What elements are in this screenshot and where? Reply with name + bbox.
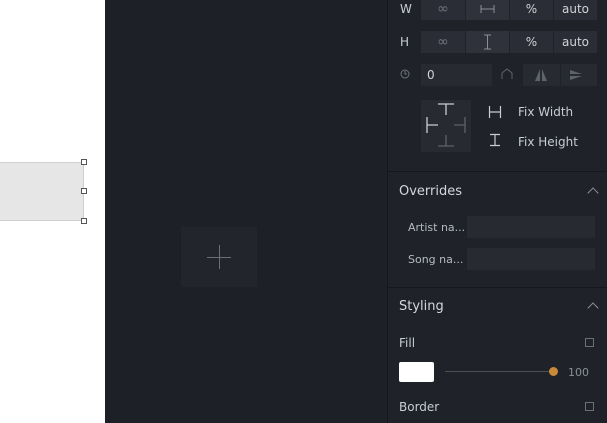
flip-horizontal-icon[interactable] — [533, 67, 549, 83]
resize-handle-top-right[interactable] — [81, 159, 87, 165]
rotation-input[interactable]: 0 — [421, 64, 492, 86]
opacity-value: 100 — [568, 366, 589, 379]
resize-handle-right[interactable] — [81, 188, 87, 194]
divider — [388, 287, 607, 288]
height-label: H — [400, 35, 410, 49]
flip-vertical-icon[interactable] — [568, 67, 584, 83]
height-percent-option[interactable]: % — [510, 31, 553, 53]
flip-controls — [523, 64, 597, 86]
fill-checkbox[interactable] — [585, 338, 594, 347]
override-label-artist: Artist na... — [408, 221, 466, 234]
radius-icon[interactable] — [500, 67, 514, 81]
fixed-width-icon — [480, 5, 495, 13]
resize-handle-bottom-right[interactable] — [81, 218, 87, 224]
border-checkbox[interactable] — [585, 402, 594, 411]
overrides-title[interactable]: Overrides — [399, 184, 462, 199]
fix-height-label[interactable]: Fix Height — [518, 135, 578, 149]
width-segmented-control: ∞ % auto — [421, 0, 597, 20]
fix-height-icon[interactable] — [488, 133, 502, 147]
fix-width-icon[interactable] — [488, 105, 502, 119]
fixed-height-icon — [484, 34, 491, 50]
width-label: W — [400, 2, 412, 16]
collapse-overrides-icon[interactable] — [587, 187, 599, 199]
constraints-icon — [426, 103, 466, 147]
fix-width-label[interactable]: Fix Width — [518, 105, 573, 119]
artist-name-input[interactable] — [467, 216, 595, 238]
properties-panel: W ∞ % auto H ∞ % auto 0 Fix Width Fix He… — [387, 0, 607, 423]
song-name-input[interactable] — [467, 248, 595, 270]
add-frame-button[interactable] — [181, 227, 257, 287]
opacity-slider-knob[interactable] — [548, 367, 558, 376]
width-fill-option[interactable]: ∞ — [421, 0, 465, 20]
override-label-song: Song na... — [408, 253, 464, 266]
height-fill-option[interactable]: ∞ — [421, 31, 465, 53]
styling-title[interactable]: Styling — [399, 299, 444, 314]
divider — [388, 171, 607, 172]
height-segmented-control: ∞ % auto — [421, 31, 597, 53]
collapse-styling-icon[interactable] — [587, 302, 599, 314]
selected-rectangle[interactable] — [0, 162, 84, 221]
width-percent-option[interactable]: % — [510, 0, 553, 20]
canvas-background[interactable] — [105, 0, 387, 423]
rotation-icon — [400, 69, 410, 79]
width-auto-option[interactable]: auto — [554, 0, 597, 20]
height-auto-option[interactable]: auto — [554, 31, 597, 53]
width-fixed-option[interactable] — [466, 0, 509, 20]
opacity-slider-track[interactable] — [445, 371, 553, 372]
border-label: Border — [399, 400, 440, 414]
fill-label: Fill — [399, 336, 416, 350]
constraints-box[interactable] — [421, 100, 471, 152]
height-fixed-option[interactable] — [466, 31, 509, 53]
fill-color-swatch[interactable] — [399, 362, 434, 382]
